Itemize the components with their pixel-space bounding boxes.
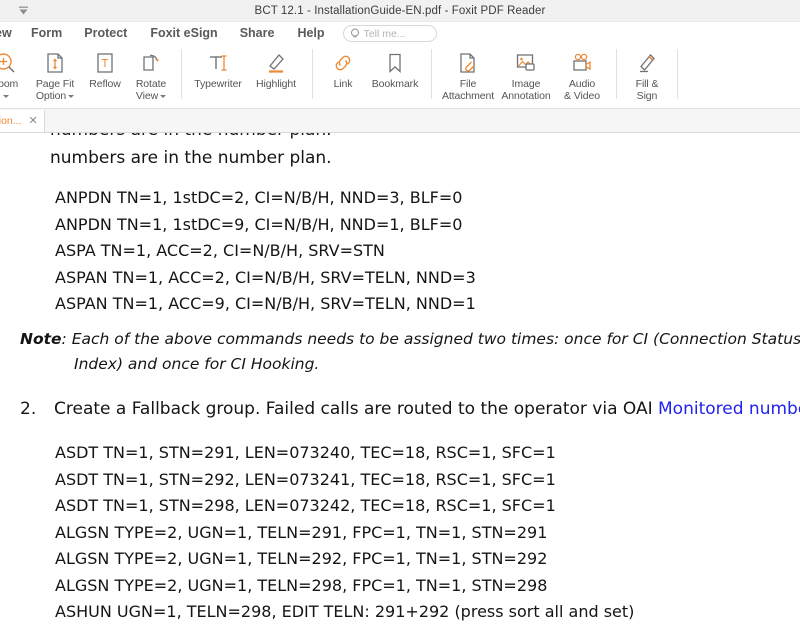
menu-bar: ew Form Protect Foxit eSign Share Help T… — [0, 22, 800, 45]
link-button[interactable]: Link — [320, 47, 366, 105]
ribbon-group-links: Link Bookmark — [320, 47, 424, 107]
menu-item-form[interactable]: Form — [31, 22, 62, 45]
window-title: BCT 12.1 - InstallationGuide-EN.pdf - Fo… — [254, 4, 546, 17]
zoom-button-label: Zoom — [0, 78, 19, 90]
svg-text:T: T — [101, 57, 109, 70]
command-line: ANPDN TN=1, 1stDC=2, CI=N/B/H, NND=3, BL… — [55, 188, 463, 207]
command-line: ALGSN TYPE=2, UGN=1, TELN=298, FPC=1, TN… — [55, 575, 548, 595]
rotate-view-label: Rotate View — [135, 78, 167, 102]
image-annotation-button[interactable]: Image Annotation — [497, 47, 555, 105]
document-tab-label: ation... — [0, 115, 22, 127]
page-fit-option-button[interactable]: Page Fit Option — [28, 47, 82, 105]
note-text-1: Each of the above commands needs to be a… — [66, 330, 800, 348]
command-block-2: ASDT TN=1, STN=291, LEN=073240, TEC=18, … — [55, 440, 634, 626]
ribbon-group-media: File Attachment Image Annotation Audio &… — [439, 47, 609, 107]
image-annotation-icon — [514, 50, 538, 76]
zoom-in-icon — [0, 50, 17, 76]
command-line: ANPDN TN=1, 1stDC=9, CI=N/B/H, NND=1, BL… — [55, 214, 463, 234]
chevron-down-icon[interactable] — [14, 2, 32, 19]
document-tab[interactable]: ation... ✕ — [0, 110, 45, 132]
link-label: Link — [333, 78, 353, 90]
reflow-label: Reflow — [89, 78, 121, 90]
pdf-page-view[interactable]: numbers are in the number plan. numbers … — [0, 133, 800, 630]
fill-sign-button[interactable]: Fill & Sign — [624, 47, 670, 105]
menu-item-view[interactable]: ew — [0, 22, 27, 45]
toolbar-divider — [312, 49, 313, 99]
highlight-button[interactable]: Highlight — [247, 47, 305, 105]
chevron-down-icon[interactable] — [2, 94, 9, 98]
toolbar-divider — [431, 49, 432, 99]
link-icon — [331, 50, 355, 76]
title-bar: BCT 12.1 - InstallationGuide-EN.pdf - Fo… — [0, 0, 800, 22]
monitored-numbers-link[interactable]: Monitored numbers — [658, 399, 800, 419]
document-tab-strip: ation... ✕ — [0, 109, 800, 133]
reflow-button[interactable]: T Reflow — [82, 47, 128, 105]
bookmark-label: Bookmark — [371, 78, 419, 90]
ribbon-group-view: Zoom Page Fit Option — [0, 47, 174, 107]
note-line-1: Note: Each of the above commands needs t… — [20, 327, 800, 352]
fill-sign-label: Fill & Sign — [635, 78, 659, 102]
reflow-icon: T — [93, 50, 117, 76]
ribbon-group-comment: Typewriter Highlight — [189, 47, 305, 107]
menu-item-foxit-esign[interactable]: Foxit eSign — [150, 22, 217, 45]
highlight-label: Highlight — [256, 78, 296, 90]
zoom-button[interactable]: Zoom — [0, 47, 28, 105]
list-item-text: Create a Fallback group. Failed calls ar… — [54, 399, 800, 419]
command-line: ASDT TN=1, STN=298, LEN=073242, TEC=18, … — [55, 496, 556, 515]
audio-video-label: Audio & Video — [564, 78, 600, 102]
command-line: ALGSN TYPE=2, UGN=1, TELN=292, FPC=1, TN… — [55, 549, 548, 568]
command-line: ASPAN TN=1, ACC=2, CI=N/B/H, SRV=TELN, N… — [55, 267, 476, 287]
note-line-2: Index) and once for CI Hooking. — [74, 355, 320, 373]
ribbon-toolbar: Zoom Page Fit Option — [0, 45, 800, 109]
command-line: ALGSN TYPE=2, UGN=1, TELN=291, FPC=1, TN… — [55, 522, 548, 542]
audio-video-icon — [570, 50, 594, 76]
rotate-view-icon — [139, 50, 163, 76]
note-label: Note — [20, 330, 62, 348]
bookmark-button[interactable]: Bookmark — [366, 47, 424, 105]
toolbar-divider — [181, 49, 182, 99]
toolbar-divider — [677, 49, 678, 99]
chevron-down-icon[interactable] — [68, 94, 75, 98]
typewriter-button[interactable]: Typewriter — [189, 47, 247, 105]
command-line: ASDT TN=1, STN=292, LEN=073241, TEC=18, … — [55, 469, 556, 489]
command-line: ASHUN UGN=1, TELN=298, EDIT TELN: 291+29… — [55, 602, 635, 621]
menu-item-help[interactable]: Help — [297, 22, 324, 45]
close-icon[interactable]: ✕ — [29, 115, 38, 127]
clipped-text-line: numbers are in the number plan. — [50, 133, 332, 140]
audio-video-button[interactable]: Audio & Video — [555, 47, 609, 105]
command-block-1: ANPDN TN=1, 1stDC=2, CI=N/B/H, NND=3, BL… — [55, 185, 476, 318]
image-annotation-label: Image Annotation — [501, 78, 551, 102]
file-attachment-icon — [456, 50, 480, 76]
command-line: ASDT TN=1, STN=291, LEN=073240, TEC=18, … — [55, 443, 556, 462]
typewriter-icon — [206, 50, 230, 76]
tell-me-placeholder: Tell me... — [363, 27, 406, 40]
highlight-icon — [264, 50, 288, 76]
chevron-down-icon[interactable] — [160, 94, 167, 98]
command-line: ASPA TN=1, ACC=2, CI=N/B/H, SRV=STN — [55, 241, 385, 260]
fill-sign-icon — [635, 50, 659, 76]
page-fit-option-label: Page Fit Option — [35, 78, 75, 102]
menu-item-share[interactable]: Share — [240, 22, 275, 45]
command-line: ASPAN TN=1, ACC=9, CI=N/B/H, SRV=TELN, N… — [55, 294, 476, 313]
note-block: Note: Each of the above commands needs t… — [20, 327, 800, 377]
toolbar-divider — [616, 49, 617, 99]
foxit-pdf-reader-window: BCT 12.1 - InstallationGuide-EN.pdf - Fo… — [0, 0, 800, 630]
list-item-text-before-link: Create a Fallback group. Failed calls ar… — [54, 399, 659, 419]
ribbon-group-fill-sign: Fill & Sign — [624, 47, 670, 107]
menu-item-protect[interactable]: Protect — [84, 22, 127, 45]
paragraph-number-plan: numbers are in the number plan. — [50, 148, 332, 168]
rotate-view-button[interactable]: Rotate View — [128, 47, 174, 105]
page-fit-icon — [43, 50, 67, 76]
file-attachment-button[interactable]: File Attachment — [439, 47, 497, 105]
bookmark-icon — [383, 50, 407, 76]
list-item: 2. Create a Fallback group. Failed calls… — [20, 399, 800, 419]
typewriter-label: Typewriter — [194, 78, 242, 90]
tell-me-search-box[interactable]: Tell me... — [342, 25, 437, 42]
file-attachment-label: File Attachment — [441, 78, 495, 102]
lightbulb-icon — [350, 28, 360, 40]
pdf-page: numbers are in the number plan. numbers … — [0, 133, 800, 630]
list-item-number: 2. — [20, 399, 37, 419]
